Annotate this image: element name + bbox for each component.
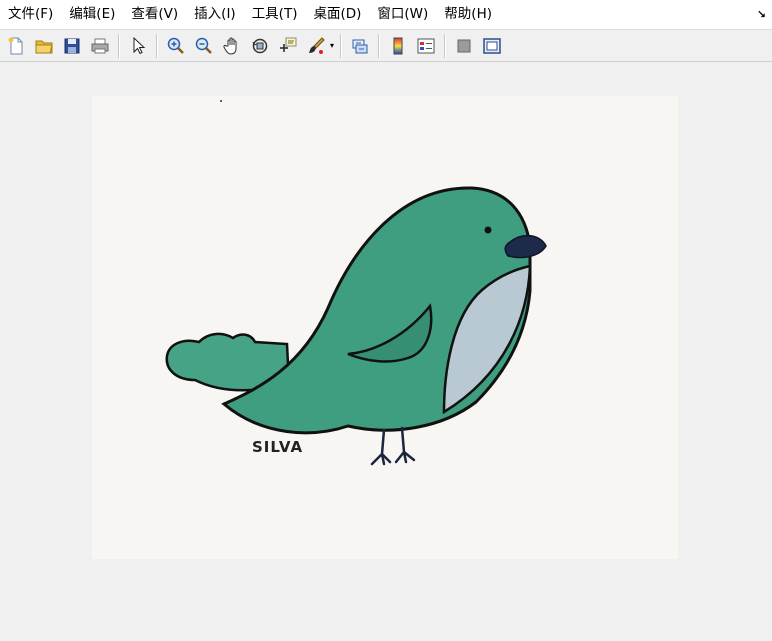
menu-help[interactable]: 帮助(H) <box>436 0 500 29</box>
signature-text: SILVA <box>252 438 304 456</box>
data-cursor-icon[interactable] <box>276 34 300 58</box>
rotate-3d-icon[interactable] <box>248 34 272 58</box>
show-plot-tools-icon[interactable] <box>480 34 504 58</box>
zoom-out-icon[interactable] <box>192 34 216 58</box>
link-plot-icon[interactable] <box>348 34 372 58</box>
menu-view[interactable]: 查看(V) <box>123 0 186 29</box>
toolbar-separator <box>444 33 446 58</box>
menu-window[interactable]: 窗口(W) <box>369 0 436 29</box>
menu-file[interactable]: 文件(F) <box>0 0 61 29</box>
zoom-in-icon[interactable] <box>164 34 188 58</box>
menu-desktop[interactable]: 桌面(D) <box>305 0 369 29</box>
undock-icon[interactable]: ↘ <box>757 0 766 29</box>
menu-tools[interactable]: 工具(T) <box>244 0 306 29</box>
toolbar-separator <box>118 33 120 58</box>
new-file-icon[interactable] <box>4 34 28 58</box>
menu-insert[interactable]: 插入(I) <box>186 0 244 29</box>
chevron-down-icon[interactable]: ▾ <box>328 34 336 58</box>
figure-toolbar: ▾ <box>0 30 772 62</box>
legend-icon[interactable] <box>414 34 438 58</box>
pan-hand-icon[interactable] <box>220 34 244 58</box>
save-icon[interactable] <box>60 34 84 58</box>
colorbar-icon[interactable] <box>386 34 410 58</box>
pointer-icon[interactable] <box>126 34 150 58</box>
print-icon[interactable] <box>88 34 112 58</box>
toolbar-separator <box>340 33 342 58</box>
bird-watercolor-image <box>92 96 678 559</box>
figure-canvas[interactable]: SILVA <box>92 96 678 559</box>
toolbar-separator <box>378 33 380 58</box>
hide-plot-tools-icon[interactable] <box>452 34 476 58</box>
toolbar-separator <box>156 33 158 58</box>
brush-icon[interactable] <box>304 34 328 58</box>
menu-bar: 文件(F) 编辑(E) 查看(V) 插入(I) 工具(T) 桌面(D) 窗口(W… <box>0 0 772 30</box>
menu-edit[interactable]: 编辑(E) <box>61 0 123 29</box>
open-folder-icon[interactable] <box>32 34 56 58</box>
